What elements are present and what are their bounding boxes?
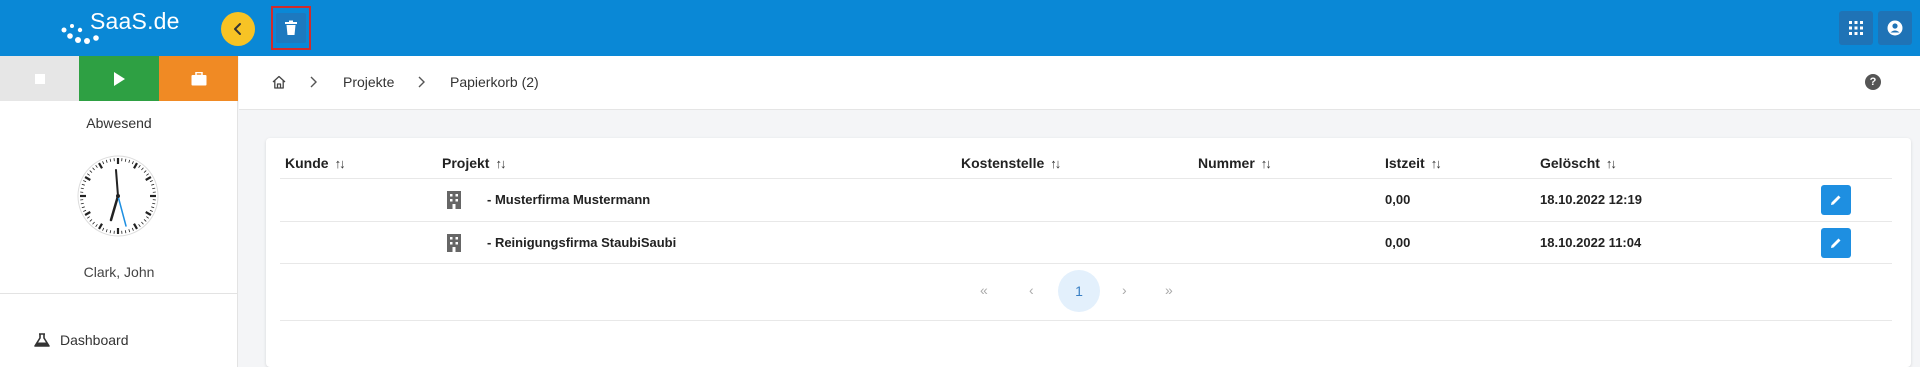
clock-icon [77,155,159,237]
top-bar: SaaS.de [0,0,1920,56]
help-icon[interactable]: ? [1865,74,1881,90]
briefcase-icon [191,71,206,85]
trash-table-card: Kunde ↑↓ Projekt ↑↓ Kostenstelle ↑↓ Nummer ↑… [266,138,1911,367]
logo-text: SaaS.de [90,8,180,34]
table-row[interactable]: - Musterfirma Mustermann 0,00 18.10.2022… [280,179,1892,221]
stop-button[interactable] [0,56,79,101]
cell-geloescht: 18.10.2022 12:19 [1540,192,1642,207]
column-header-kostenstelle[interactable]: Kostenstelle ↑↓ [961,155,1061,171]
cell-istzeit: 0,00 [1385,192,1411,207]
start-button[interactable] [79,56,159,101]
sort-icon: ↑↓ [495,155,506,171]
dashboard-icon [34,333,50,347]
sidebar: Abwesend Clark, John Dashboard [0,56,238,367]
first-page-button[interactable]: « [980,282,988,298]
edit-button[interactable] [1821,185,1851,215]
user-name: Clark, John [83,264,155,280]
sidebar-divider [0,293,238,294]
last-page-button[interactable]: » [1165,282,1173,298]
chevron-right-icon [310,76,317,88]
back-button[interactable] [221,12,255,46]
column-header-geloescht[interactable]: Gelöscht ↑↓ [1540,155,1617,171]
column-header-projekt[interactable]: Projekt ↑↓ [442,155,506,171]
table-row[interactable]: - Reinigungsfirma StaubiSaubi 0,00 18.10… [280,222,1892,264]
time-tracking-controls [0,56,238,101]
user-menu-button[interactable] [1878,11,1912,45]
chevron-right-icon [418,76,425,88]
apps-button[interactable] [1839,11,1873,45]
grid-icon [1849,21,1863,35]
presence-status: Abwesend [86,115,152,131]
edit-button[interactable] [1821,228,1851,258]
pencil-icon [1831,195,1841,205]
breadcrumb-papierkorb: Papierkorb (2) [450,74,539,90]
building-icon [447,234,461,252]
next-page-button[interactable]: › [1122,282,1127,298]
breadcrumb-projekte[interactable]: Projekte [343,74,394,90]
play-icon [114,71,125,86]
row-divider [280,320,1892,321]
column-header-istzeit[interactable]: Istzeit ↑↓ [1385,155,1442,171]
account-circle-icon [1887,20,1903,36]
saas-logo[interactable]: SaaS.de [58,6,188,50]
pencil-icon [1831,238,1841,248]
row-divider [280,263,1892,264]
column-header-kunde[interactable]: Kunde ↑↓ [285,155,346,171]
sort-icon: ↑↓ [334,155,346,171]
sort-icon: ↑↓ [1260,155,1272,171]
page-button-current[interactable]: 1 [1058,270,1100,312]
column-header-nummer[interactable]: Nummer ↑↓ [1198,155,1272,171]
cell-projekt: - Reinigungsfirma StaubiSaubi [487,235,677,250]
sidebar-item-label: Dashboard [60,332,129,348]
sidebar-item-dashboard[interactable]: Dashboard [34,332,129,348]
breadcrumb: Projekte Papierkorb (2) ? [239,56,1920,110]
prev-page-button[interactable]: ‹ [1029,282,1034,298]
sort-icon: ↑↓ [1605,155,1617,171]
building-icon [447,191,461,209]
home-icon[interactable] [271,74,287,90]
cell-projekt: - Musterfirma Mustermann [487,192,651,207]
stop-icon [34,73,45,84]
cell-geloescht: 18.10.2022 11:04 [1540,235,1642,250]
trash-button[interactable] [271,6,311,50]
sort-icon: ↑↓ [1050,155,1061,171]
pagination: « ‹ 1 › » [266,269,1911,313]
trash-icon [285,20,297,35]
cell-istzeit: 0,00 [1385,235,1411,250]
business-trip-button[interactable] [159,56,238,101]
sort-icon: ↑↓ [1430,155,1442,171]
chevron-left-icon [234,23,241,35]
